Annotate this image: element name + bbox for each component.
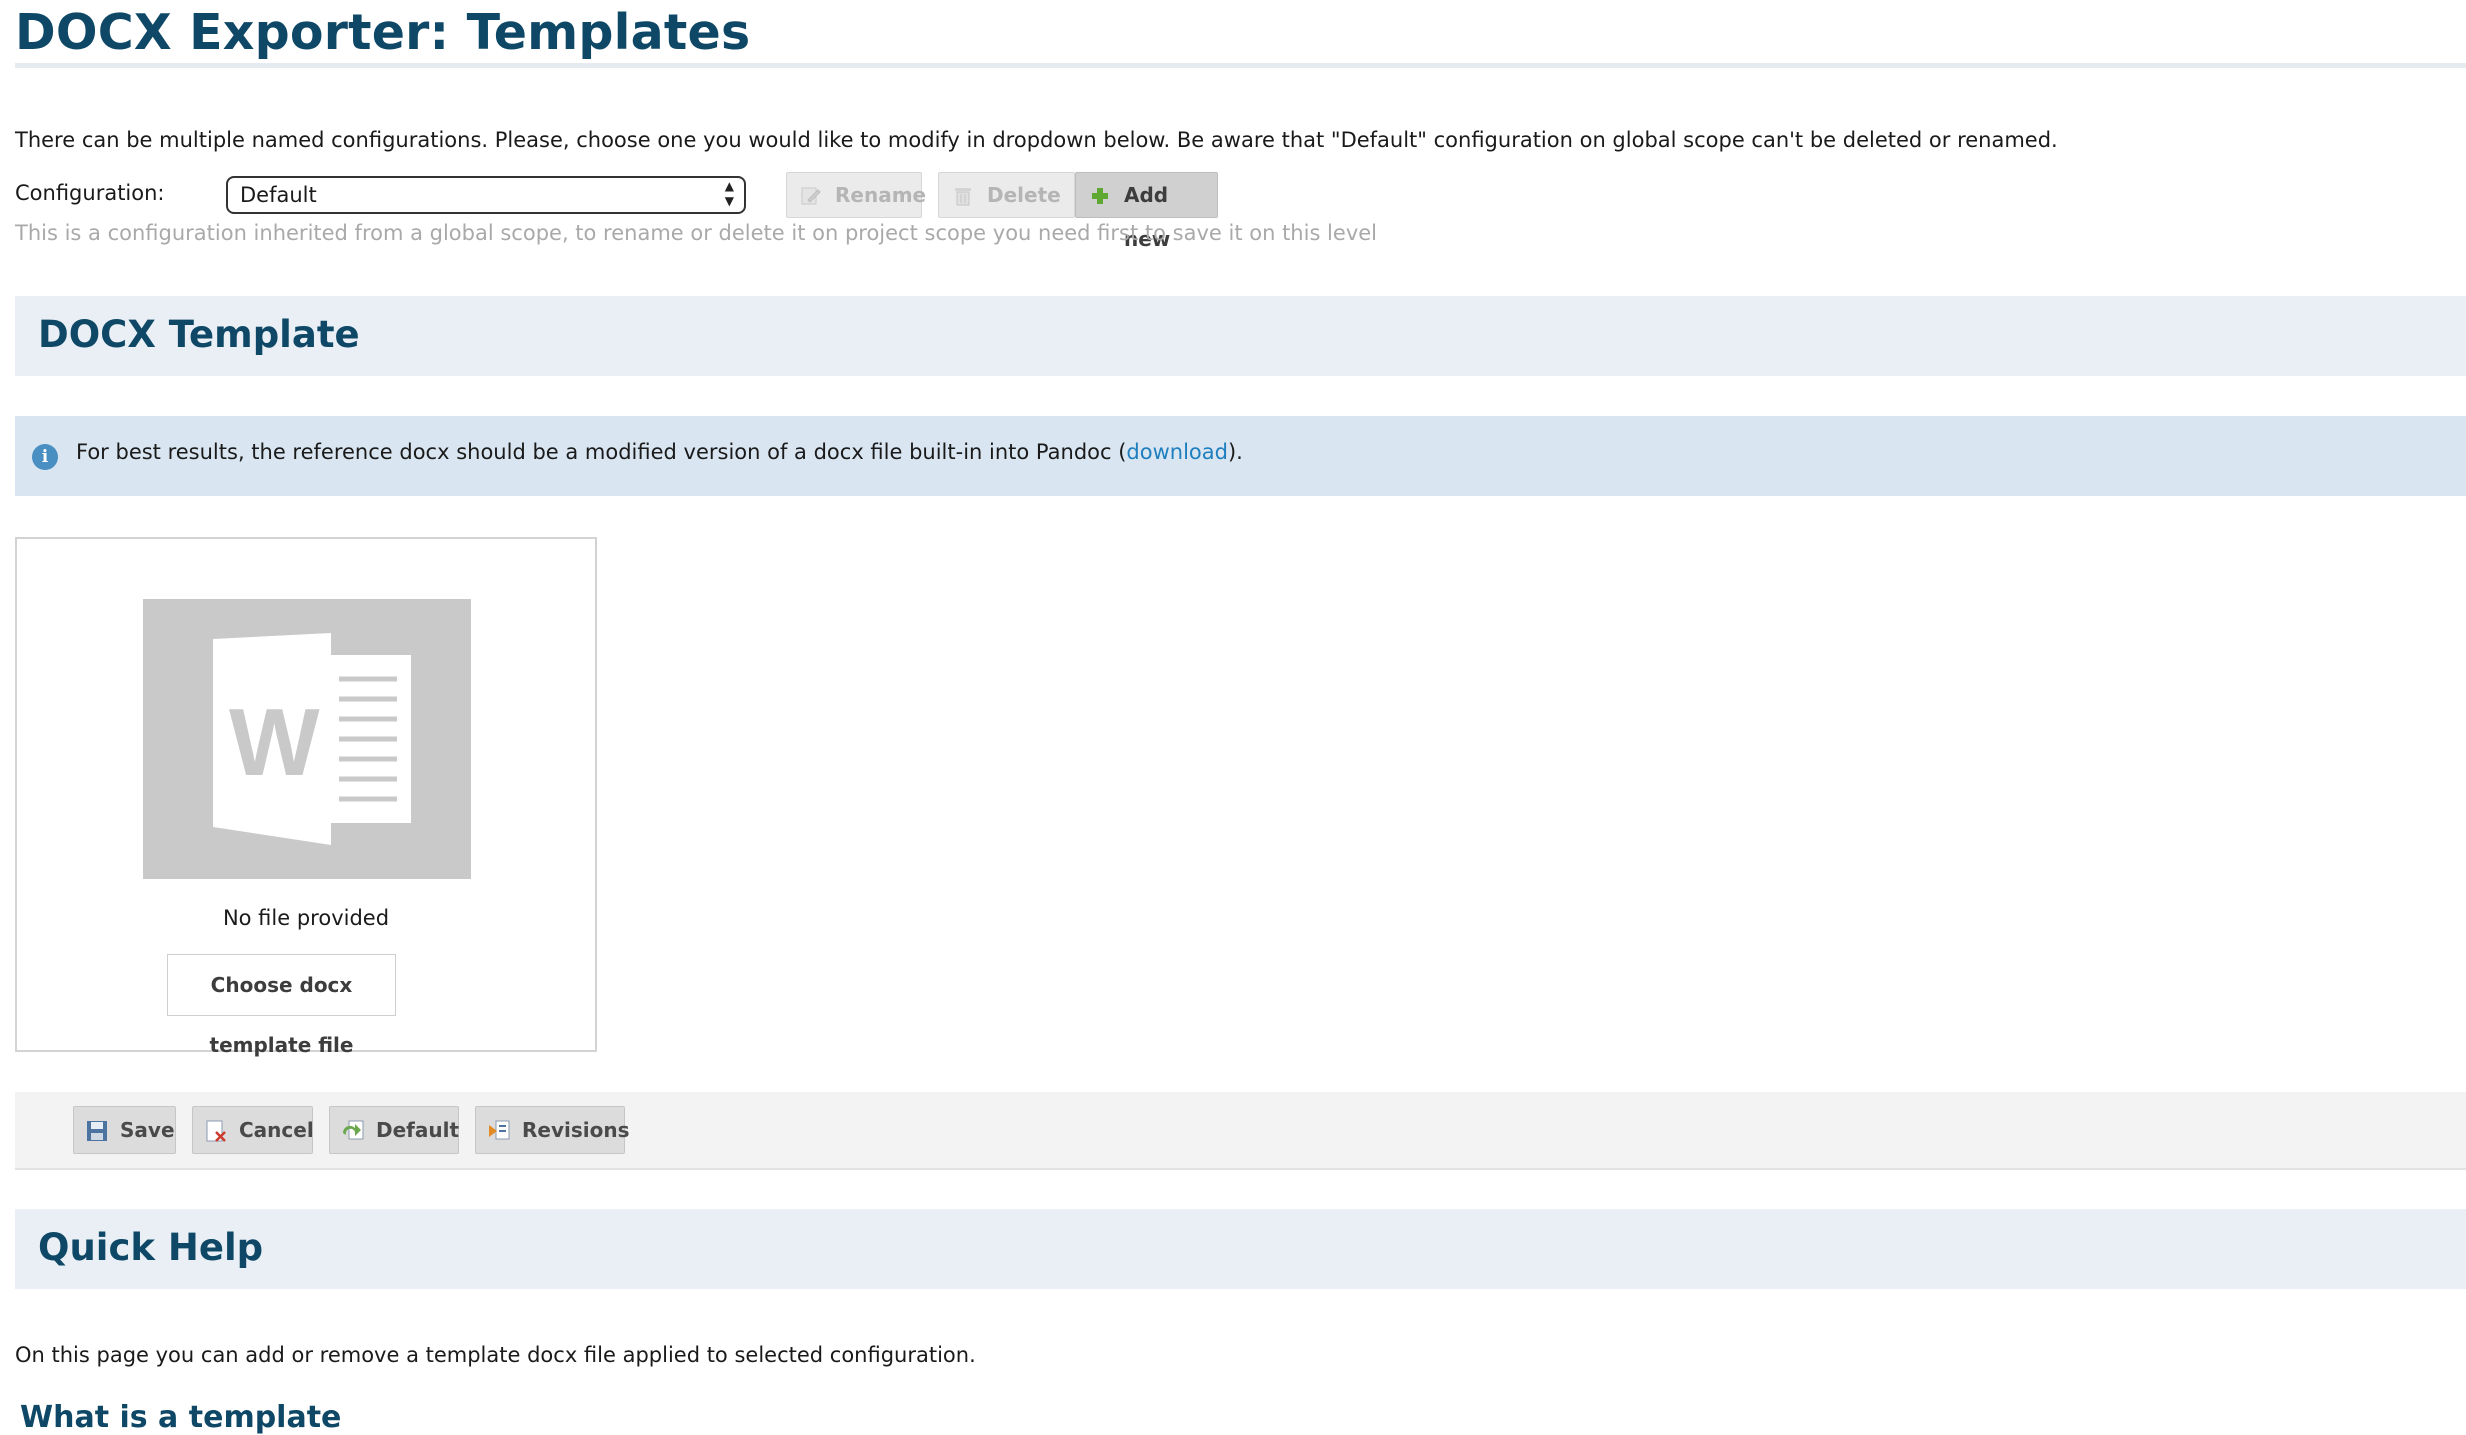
intro-text: There can be multiple named configuratio…: [15, 128, 2058, 152]
cancel-label: Cancel: [239, 1118, 314, 1142]
revisions-label: Revisions: [522, 1118, 630, 1142]
no-file-text: No file provided: [222, 906, 390, 930]
svg-text:W: W: [229, 689, 320, 796]
save-icon: [87, 1121, 107, 1141]
save-label: Save: [120, 1118, 175, 1142]
quick-help-section-header: Quick Help: [15, 1209, 2466, 1289]
rename-button[interactable]: Rename: [786, 172, 926, 218]
rename-icon: [801, 187, 821, 205]
delete-button[interactable]: Delete: [938, 172, 1075, 218]
default-label: Default: [376, 1118, 460, 1142]
info-icon: i: [32, 444, 58, 470]
help-text: On this page you can add or remove a tem…: [15, 1343, 976, 1367]
word-document-icon: W: [143, 599, 471, 879]
configuration-selected-value: Default: [240, 183, 317, 207]
cancel-button[interactable]: Cancel: [192, 1106, 314, 1154]
info-text-before: For best results, the reference docx sho…: [76, 440, 1127, 464]
save-button[interactable]: Save: [73, 1106, 176, 1154]
info-text: For best results, the reference docx sho…: [76, 440, 1243, 464]
delete-label: Delete: [987, 183, 1061, 207]
action-bar: Save Cancel Default Revisions: [15, 1092, 2466, 1170]
default-icon: [342, 1120, 364, 1140]
docx-template-section-header: DOCX Template: [15, 296, 2466, 376]
add-new-button[interactable]: Add new: [1075, 172, 1218, 251]
default-button[interactable]: Default: [329, 1106, 459, 1154]
section-heading: DOCX Template: [38, 313, 360, 356]
revisions-icon: [489, 1120, 510, 1140]
plus-icon: [1092, 188, 1108, 204]
rename-label: Rename: [835, 183, 927, 207]
download-link[interactable]: download: [1126, 440, 1228, 464]
title-divider: [15, 63, 2466, 68]
choose-template-file-button[interactable]: Choose docx template file: [167, 954, 396, 1057]
info-bar: i For best results, the reference docx s…: [15, 416, 2466, 496]
trash-icon: [955, 188, 971, 206]
configuration-select[interactable]: Default ▲ ▼: [226, 176, 746, 214]
what-is-template-heading: What is a template: [20, 1400, 342, 1435]
quick-help-heading: Quick Help: [38, 1226, 264, 1269]
configuration-row: Configuration: Default ▲ ▼ Rename Delete …: [15, 172, 2466, 251]
configuration-label: Configuration:: [15, 181, 165, 205]
revisions-button[interactable]: Revisions: [475, 1106, 630, 1154]
info-text-after: ).: [1227, 440, 1243, 464]
template-file-box: W No file provided Choose docx template …: [15, 537, 597, 1057]
inherited-note: This is a configuration inherited from a…: [15, 221, 1377, 245]
cancel-icon: [206, 1120, 226, 1142]
page-title: DOCX Exporter: Templates: [15, 4, 751, 61]
select-arrows-icon: ▲ ▼: [724, 179, 734, 208]
